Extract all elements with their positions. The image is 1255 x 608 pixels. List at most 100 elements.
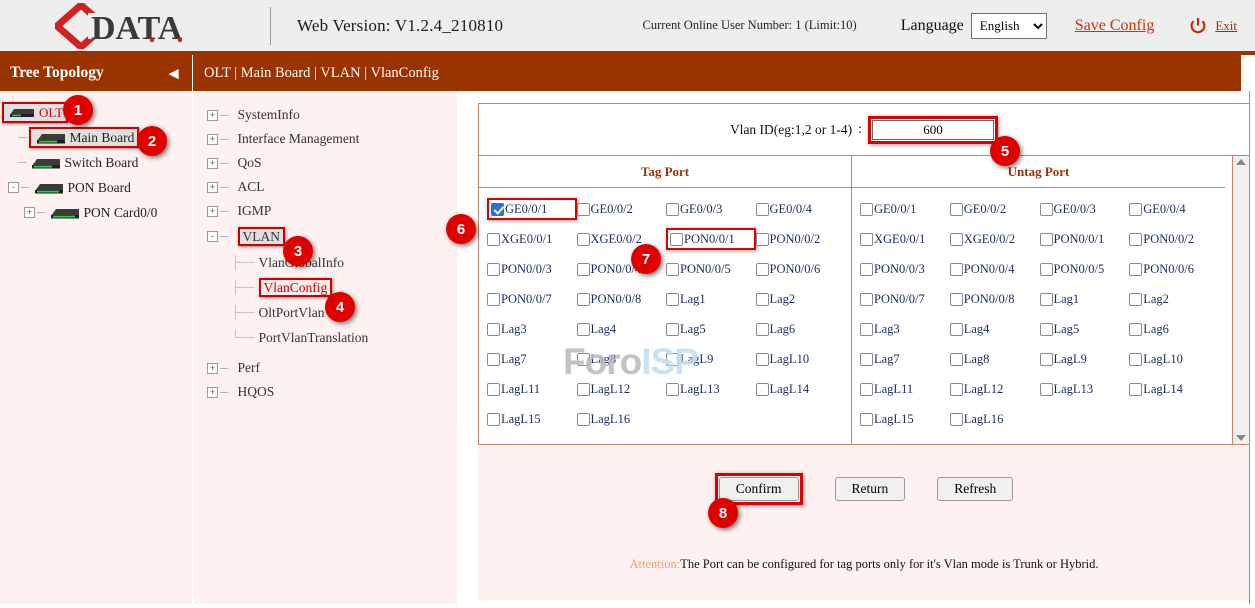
tag-port-checkbox[interactable] [487,323,500,336]
untag-port-cell[interactable]: PON0/0/4 [950,254,1040,284]
tag-port-checkbox[interactable] [756,263,769,276]
tag-port-cell[interactable]: LagL12 [577,374,667,404]
confirm-button[interactable]: Confirm [719,477,799,501]
tag-port-cell[interactable]: PON0/0/2 [756,224,846,254]
tag-port-checkbox[interactable] [666,293,679,306]
tag-port-cell[interactable]: PON0/0/8 [577,284,667,314]
untag-port-cell[interactable]: PON0/0/8 [950,284,1040,314]
tag-port-checkbox[interactable] [577,323,590,336]
tag-port-cell[interactable]: XGE0/0/1 [487,224,577,254]
tag-port-cell[interactable]: LagL15 [487,404,577,434]
untag-port-cell[interactable]: Lag3 [860,314,950,344]
untag-port-checkbox[interactable] [860,353,873,366]
exit-link[interactable]: Exit [1215,18,1237,34]
untag-port-cell[interactable]: PON0/0/7 [860,284,950,314]
untag-port-cell[interactable]: PON0/0/5 [1040,254,1130,284]
untag-port-checkbox[interactable] [950,293,963,306]
tag-port-cell[interactable]: LagL10 [756,344,846,374]
menu-subitem-vlanglobalinfo[interactable]: ├── VlanGlobalInfo [193,250,457,275]
tag-port-checkbox[interactable] [577,353,590,366]
save-config-link[interactable]: Save Config [1075,17,1155,35]
tree-expander-expand-icon[interactable]: + [24,207,35,218]
tag-port-cell[interactable]: Lag8 [577,344,667,374]
tree-expander-expand-icon[interactable]: + [207,387,218,398]
tag-port-checkbox[interactable] [577,203,590,216]
untag-port-cell[interactable]: LagL12 [950,374,1040,404]
tag-port-cell[interactable]: PON0/0/7 [487,284,577,314]
untag-port-checkbox[interactable] [1129,323,1142,336]
untag-port-cell[interactable]: LagL16 [950,404,1040,434]
untag-port-cell[interactable]: XGE0/0/1 [860,224,950,254]
tag-port-cell[interactable]: LagL13 [666,374,756,404]
untag-port-checkbox[interactable] [860,413,873,426]
tag-port-checkbox[interactable] [756,353,769,366]
untag-port-checkbox[interactable] [950,323,963,336]
tree-expander-expand-icon[interactable]: + [207,158,218,169]
untag-port-checkbox[interactable] [1129,383,1142,396]
tag-port-checkbox[interactable] [577,383,590,396]
tree-node-olt[interactable]: OLT [0,100,192,125]
tag-port-cell[interactable]: GE0/0/2 [577,194,667,224]
untag-port-cell[interactable]: LagL10 [1129,344,1219,374]
tag-port-cell[interactable]: LagL16 [577,404,667,434]
tag-port-cell[interactable]: LagL11 [487,374,577,404]
tag-port-checkbox[interactable] [577,263,590,276]
untag-port-checkbox[interactable] [950,203,963,216]
tree-expander-expand-icon[interactable]: + [207,110,218,121]
untag-port-cell[interactable]: Lag4 [950,314,1040,344]
untag-port-checkbox[interactable] [950,413,963,426]
tag-port-checkbox[interactable] [577,293,590,306]
tree-expander-expand-icon[interactable]: + [207,206,218,217]
untag-port-checkbox[interactable] [1040,203,1053,216]
tag-port-checkbox[interactable] [487,293,500,306]
tag-port-cell[interactable]: Lag5 [666,314,756,344]
tag-port-cell[interactable]: Lag4 [577,314,667,344]
untag-port-checkbox[interactable] [860,263,873,276]
untag-port-cell[interactable]: PON0/0/3 [860,254,950,284]
menu-item-perf[interactable]: + ─ Perf [193,356,457,380]
tag-port-checkbox[interactable] [487,353,500,366]
tag-port-cell[interactable]: Lag6 [756,314,846,344]
untag-port-checkbox[interactable] [1129,233,1142,246]
untag-port-checkbox[interactable] [950,263,963,276]
untag-port-checkbox[interactable] [860,383,873,396]
tag-port-cell[interactable]: LagL9 [666,344,756,374]
tag-port-checkbox[interactable] [666,203,679,216]
untag-port-cell[interactable]: Lag8 [950,344,1040,374]
tag-port-checkbox[interactable] [756,233,769,246]
menu-subitem-vlanconfig[interactable]: ├── VlanConfig [193,275,457,300]
untag-port-cell[interactable]: LagL9 [1040,344,1130,374]
refresh-button[interactable]: Refresh [937,477,1013,501]
untag-port-cell[interactable]: LagL13 [1040,374,1130,404]
tree-node-pon-card[interactable]: + ─ PON Card0/0 [0,200,192,225]
untag-port-checkbox[interactable] [1040,353,1053,366]
untag-port-cell[interactable]: LagL14 [1129,374,1219,404]
tag-port-cell[interactable]: PON0/0/5 [666,254,756,284]
untag-port-cell[interactable]: Lag7 [860,344,950,374]
tag-port-cell[interactable]: GE0/0/3 [666,194,756,224]
tag-port-checkbox[interactable] [666,353,679,366]
tag-port-cell[interactable]: GE0/0/4 [756,194,846,224]
untag-port-cell[interactable]: PON0/0/2 [1129,224,1219,254]
tag-port-checkbox[interactable] [577,233,590,246]
menu-item-igmp[interactable]: + ─ IGMP [193,199,457,223]
untag-port-checkbox[interactable] [1129,203,1142,216]
menu-item-interface-management[interactable]: + ─ Interface Management [193,127,457,151]
tag-port-cell[interactable]: PON0/0/3 [487,254,577,284]
menu-item-systeminfo[interactable]: + ─ SystemInfo [193,103,457,127]
untag-port-cell[interactable]: GE0/0/4 [1129,194,1219,224]
untag-port-cell[interactable]: LagL15 [860,404,950,434]
untag-port-checkbox[interactable] [860,233,873,246]
tag-port-checkbox[interactable] [666,383,679,396]
untag-port-cell[interactable]: XGE0/0/2 [950,224,1040,254]
tag-port-checkbox[interactable] [577,413,590,426]
tag-port-checkbox[interactable] [756,203,769,216]
untag-port-checkbox[interactable] [1040,233,1053,246]
tree-node-pon-board[interactable]: - ─ PON Board [0,175,192,200]
untag-port-cell[interactable]: GE0/0/1 [860,194,950,224]
tag-port-checkbox[interactable] [487,263,500,276]
chevron-left-icon[interactable]: ◄ [165,65,182,82]
untag-port-cell[interactable]: GE0/0/3 [1040,194,1130,224]
tag-port-cell[interactable]: Lag1 [666,284,756,314]
tag-port-cell[interactable]: PON0/0/6 [756,254,846,284]
